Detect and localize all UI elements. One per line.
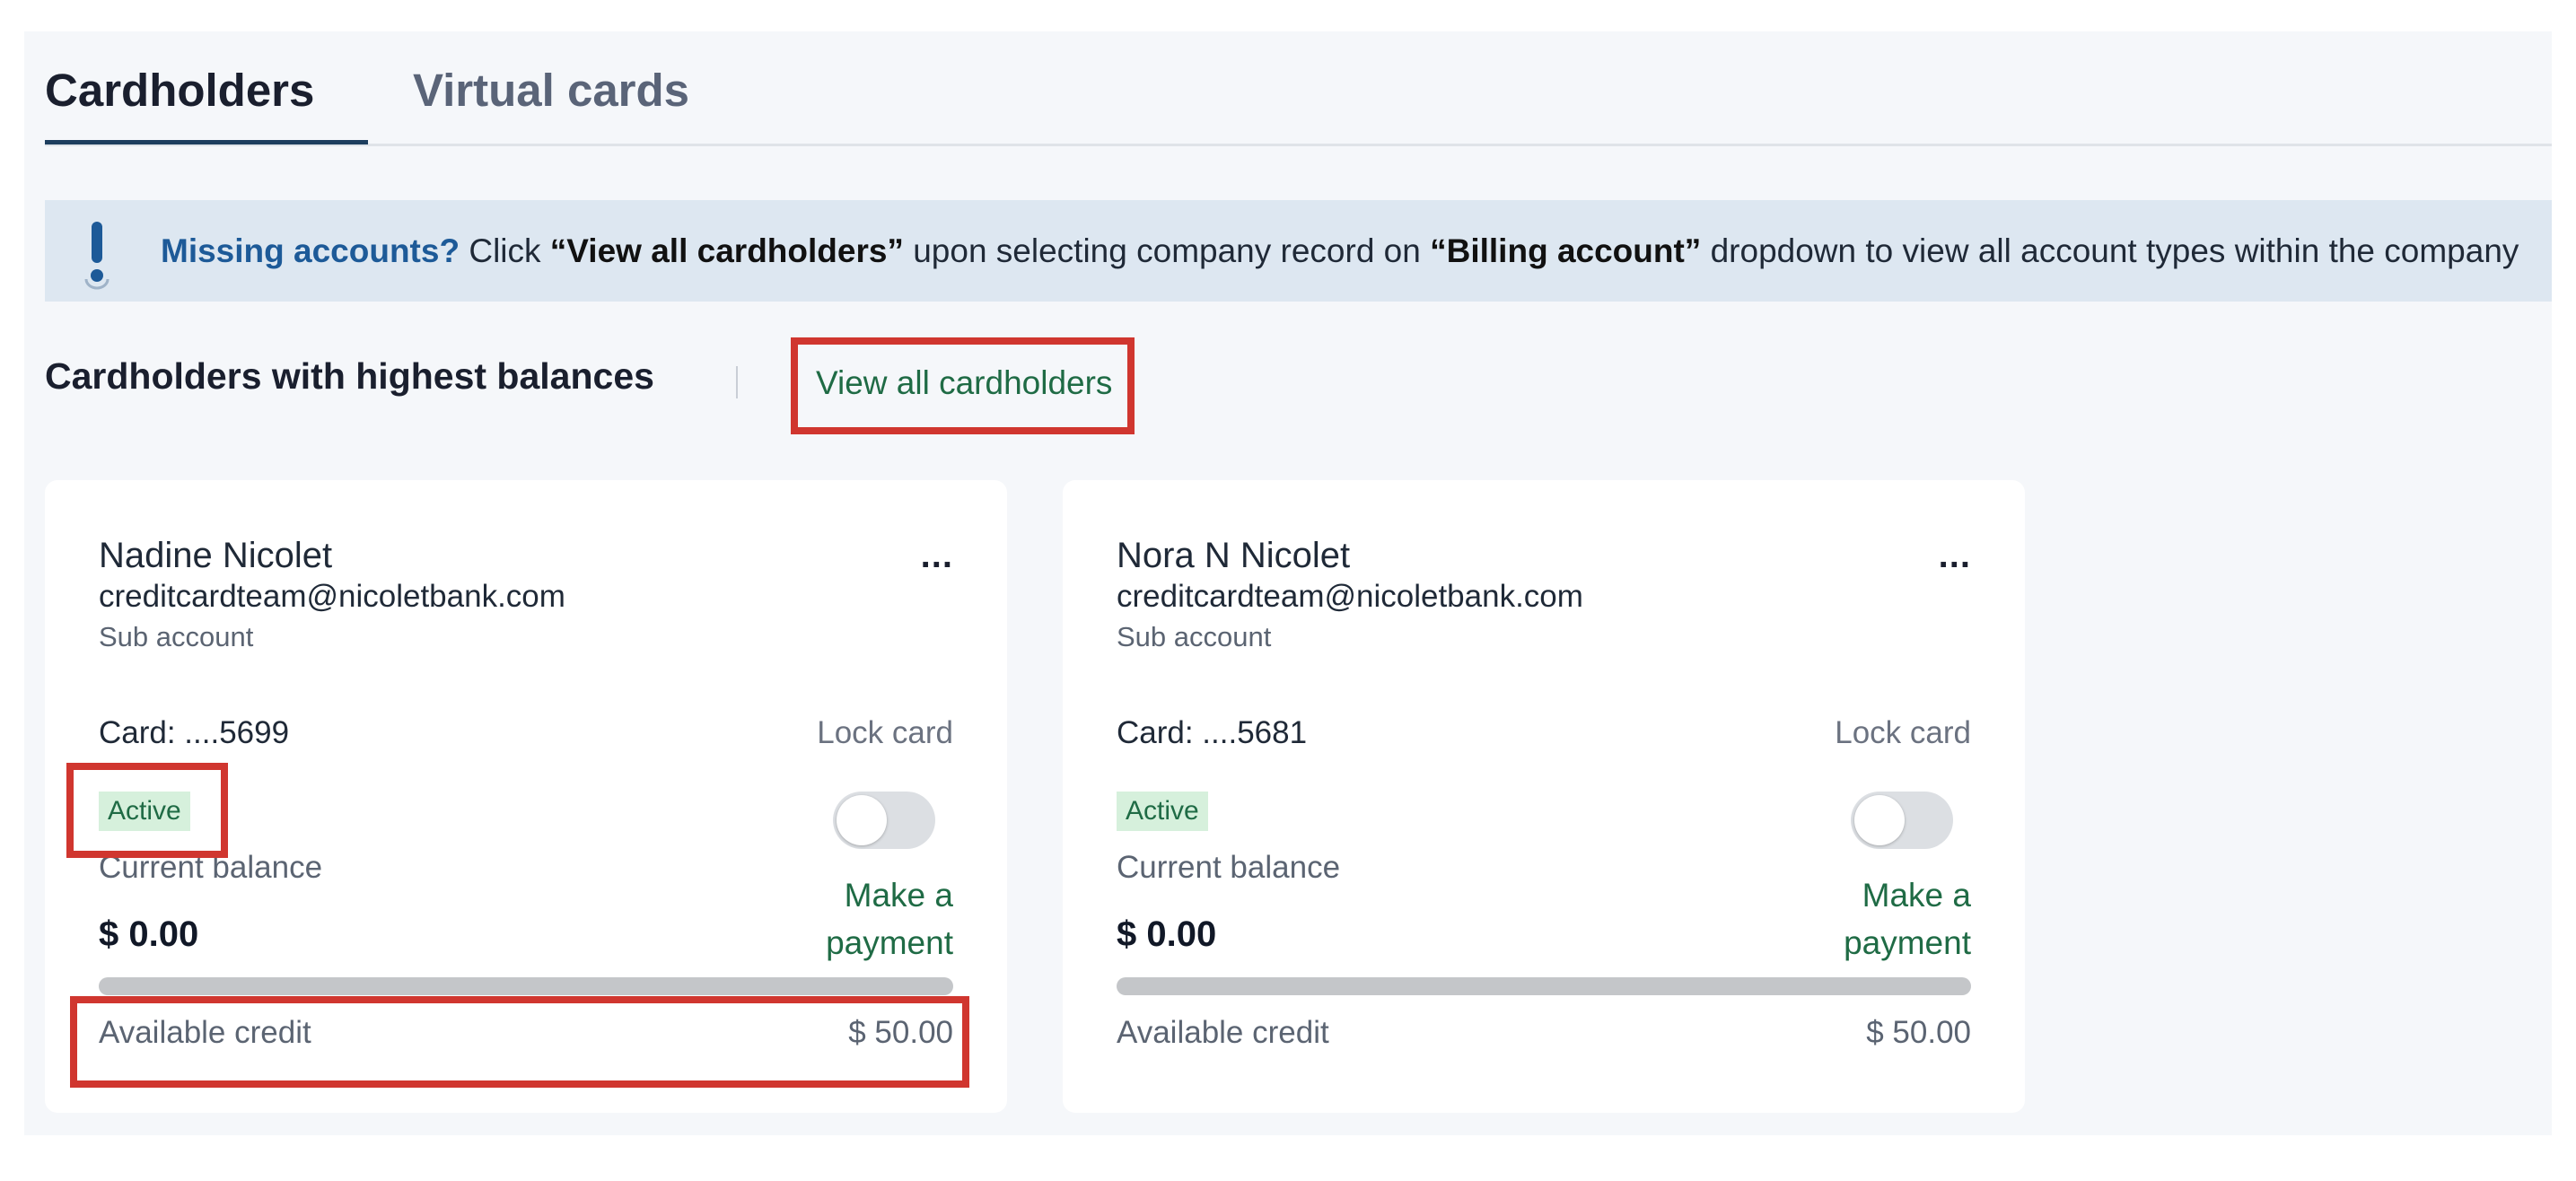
current-balance-value: $ 0.00 <box>1117 914 1217 954</box>
account-type: Sub account <box>1117 621 1272 652</box>
banner-text-3: dropdown to view all account types withi… <box>1701 232 2519 269</box>
tab-bar: Cardholders Virtual cards <box>45 31 2552 146</box>
toggle-knob <box>837 795 887 845</box>
available-credit-value: $ 50.00 <box>848 1015 953 1050</box>
card-number: Card: ....5699 <box>99 715 290 750</box>
current-balance-value: $ 0.00 <box>99 914 199 954</box>
status-badge: Active <box>1117 792 1208 831</box>
banner-text-1: Click <box>460 232 550 269</box>
lock-card-label: Lock card <box>1835 715 1971 750</box>
heading-divider <box>736 366 738 398</box>
banner-message: Missing accounts? Click “View all cardho… <box>161 232 2519 270</box>
available-credit-label: Available credit <box>1117 1015 1329 1050</box>
banner-text-2: upon selecting company record on <box>903 232 1431 269</box>
available-credit-label: Available credit <box>99 1015 311 1050</box>
cardholder-name: Nadine Nicolet <box>99 536 333 575</box>
cardholder-name: Nora N Nicolet <box>1117 536 1351 575</box>
available-credit-value: $ 50.00 <box>1866 1015 1971 1050</box>
lock-card-label: Lock card <box>817 715 953 750</box>
balance-progress-bar <box>99 977 953 995</box>
lock-card-toggle[interactable] <box>1851 792 1953 849</box>
cardholder-email: creditcardteam@nicoletbank.com <box>1117 579 1583 614</box>
more-options-button[interactable]: ... <box>921 536 953 576</box>
banner-bold-1: “View all cardholders” <box>549 232 904 269</box>
banner-bold-2: “Billing account” <box>1430 232 1702 269</box>
make-payment-link[interactable]: Make a payment <box>1792 871 1971 967</box>
section-title: Cardholders with highest balances <box>45 355 654 397</box>
account-type: Sub account <box>99 621 254 652</box>
tab-cardholders[interactable]: Cardholders <box>45 64 314 117</box>
cardholder-card: Nora N Nicolet creditcardteam@nicoletban… <box>1063 480 2025 1113</box>
status-badge: Active <box>99 792 190 831</box>
banner-lead: Missing accounts? <box>161 232 460 269</box>
cardholder-email: creditcardteam@nicoletbank.com <box>99 579 565 614</box>
make-payment-link[interactable]: Make a payment <box>774 871 953 967</box>
info-banner: Missing accounts? Click “View all cardho… <box>45 200 2552 302</box>
active-tab-indicator <box>45 140 368 144</box>
balance-progress-bar <box>1117 977 1971 995</box>
cardholder-card: Nadine Nicolet creditcardteam@nicoletban… <box>45 480 1007 1113</box>
toggle-knob <box>1854 795 1905 845</box>
tab-virtual-cards[interactable]: Virtual cards <box>413 64 689 117</box>
card-number: Card: ....5681 <box>1117 715 1308 750</box>
lock-card-toggle[interactable] <box>833 792 935 849</box>
view-all-cardholders-link[interactable]: View all cardholders <box>816 364 1112 402</box>
current-balance-label: Current balance <box>99 850 323 885</box>
exclamation-icon <box>84 222 110 290</box>
current-balance-label: Current balance <box>1117 850 1341 885</box>
more-options-button[interactable]: ... <box>1939 536 1971 576</box>
